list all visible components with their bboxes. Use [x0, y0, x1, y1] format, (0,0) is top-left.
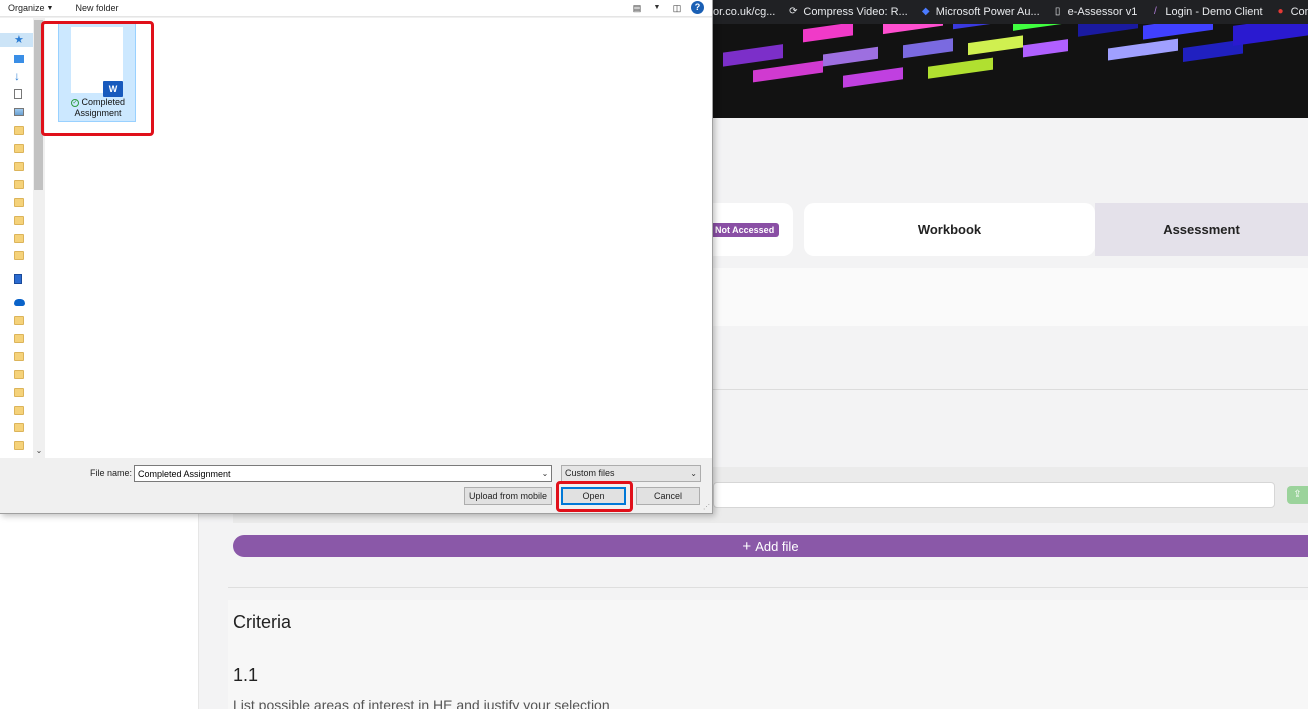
- divider: [713, 389, 1308, 390]
- nav-folder[interactable]: [14, 367, 33, 381]
- nav-folder[interactable]: [14, 438, 33, 452]
- bookmark[interactable]: / Login - Demo Client: [1149, 6, 1263, 18]
- status-badge: Not Accessed: [710, 223, 780, 237]
- nav-folder[interactable]: [14, 313, 33, 327]
- nav-documents[interactable]: [14, 87, 33, 101]
- help-icon[interactable]: ?: [691, 1, 704, 14]
- criterion-text: List possible areas of interest in HE an…: [233, 697, 610, 709]
- nav-folder[interactable]: [14, 420, 33, 434]
- organize-menu[interactable]: Organize ▼: [8, 3, 53, 13]
- folder-icon: [14, 369, 24, 379]
- tab-assessment[interactable]: Assessment: [1095, 203, 1308, 256]
- criteria-section: [228, 600, 1308, 709]
- chevron-down-icon: ⌄: [690, 469, 697, 478]
- file-type-select[interactable]: Custom files ⌄: [561, 465, 701, 482]
- download-icon: ↓: [14, 69, 20, 83]
- bookmark[interactable]: ◆ Microsoft Power Au...: [920, 6, 1040, 18]
- library-icon: [14, 274, 22, 284]
- nav-onedrive[interactable]: [14, 295, 33, 309]
- chevron-down-icon[interactable]: ⌄: [539, 466, 551, 481]
- bookmark[interactable]: ▯ e-Assessor v1: [1052, 6, 1137, 18]
- bookmark[interactable]: ●Convertio — File C...: [1275, 6, 1308, 18]
- view-options-icon[interactable]: ▤: [631, 2, 643, 14]
- folder-icon: [14, 233, 24, 243]
- nav-quick-access[interactable]: ★: [0, 33, 33, 47]
- upload-icon: ⇪: [1293, 489, 1302, 500]
- cancel-button[interactable]: Cancel: [636, 487, 700, 505]
- nav-desktop[interactable]: [14, 52, 33, 66]
- criterion-number: 1.1: [233, 665, 259, 685]
- bookmark[interactable]: ⟳ Compress Video: R...: [787, 6, 908, 18]
- nav-folder[interactable]: [14, 349, 33, 363]
- nav-folder[interactable]: [14, 213, 33, 227]
- nav-folder[interactable]: [14, 248, 33, 262]
- nav-folder[interactable]: [14, 195, 33, 209]
- upload-from-mobile-button[interactable]: Upload from mobile: [464, 487, 552, 505]
- chevron-down-icon[interactable]: ▼: [651, 2, 663, 14]
- nav-libraries[interactable]: [14, 272, 33, 286]
- folder-icon: [14, 440, 24, 450]
- folder-icon: [14, 315, 24, 325]
- file-open-dialog: Organize ▼ New folder ▤ ▼ ◫ ? ★ ↓ ⌄ W ✓: [0, 0, 713, 514]
- criteria-heading: Criteria: [233, 612, 292, 632]
- upload-file-input[interactable]: [713, 482, 1275, 508]
- folder-icon: [14, 351, 24, 361]
- folder-icon: [14, 143, 24, 153]
- new-folder-button[interactable]: New folder: [75, 3, 118, 13]
- folder-icon: [14, 161, 24, 171]
- document-icon: [14, 89, 22, 99]
- folder-icon: [14, 405, 24, 415]
- folder-icon: [14, 197, 24, 207]
- page-sidebar: [0, 514, 199, 709]
- folder-icon: [14, 387, 24, 397]
- bookmark[interactable]: or.co.uk/cg...: [713, 6, 775, 18]
- nav-folder[interactable]: [14, 385, 33, 399]
- file-name-label: File name:: [90, 468, 133, 478]
- nav-folder[interactable]: [14, 141, 33, 155]
- add-file-label: Add file: [755, 538, 799, 554]
- dialog-toolbar: Organize ▼ New folder ▤ ▼ ◫ ?: [0, 0, 712, 17]
- plus-icon: +: [742, 537, 752, 555]
- folder-icon: [14, 422, 24, 432]
- folder-icon: [14, 333, 24, 343]
- header-banner-image: [713, 24, 1308, 118]
- refresh-icon: ⟳: [789, 6, 798, 17]
- chevron-down-icon: ▼: [46, 4, 54, 12]
- tab-workbook[interactable]: Workbook: [804, 203, 1095, 256]
- star-icon: ★: [14, 34, 24, 46]
- chevron-down-icon[interactable]: ⌄: [33, 446, 45, 457]
- folder-icon: [14, 179, 24, 189]
- slash-icon: /: [1153, 6, 1157, 17]
- nav-folder[interactable]: [14, 403, 33, 417]
- add-file-button[interactable]: + Add file: [233, 535, 1308, 557]
- folder-icon: [14, 215, 24, 225]
- folder-icon: [14, 250, 24, 260]
- power-automate-icon: ◆: [921, 6, 930, 17]
- content-section: [713, 268, 1308, 326]
- nav-folder[interactable]: [14, 123, 33, 137]
- preview-pane-icon[interactable]: ◫: [671, 2, 683, 14]
- nav-folder[interactable]: [14, 231, 33, 245]
- upload-button[interactable]: ⇪: [1287, 486, 1308, 504]
- nav-downloads[interactable]: ↓: [14, 69, 33, 83]
- pictures-icon: [14, 108, 24, 116]
- highlight-box: [556, 481, 633, 512]
- nav-folder[interactable]: [14, 177, 33, 191]
- folder-icon: [14, 125, 24, 135]
- nav-folder[interactable]: [14, 159, 33, 173]
- nav-folder[interactable]: [14, 331, 33, 345]
- page-icon: ▯: [1054, 6, 1061, 17]
- highlight-box: [41, 21, 154, 136]
- desktop-icon: [14, 55, 24, 63]
- cloud-icon: [14, 298, 25, 306]
- divider: [228, 587, 1308, 588]
- file-name-input[interactable]: [134, 465, 552, 482]
- resize-grip-icon[interactable]: ⋰: [703, 503, 710, 511]
- nav-pictures[interactable]: [14, 105, 33, 119]
- convertio-icon: ●: [1277, 6, 1284, 17]
